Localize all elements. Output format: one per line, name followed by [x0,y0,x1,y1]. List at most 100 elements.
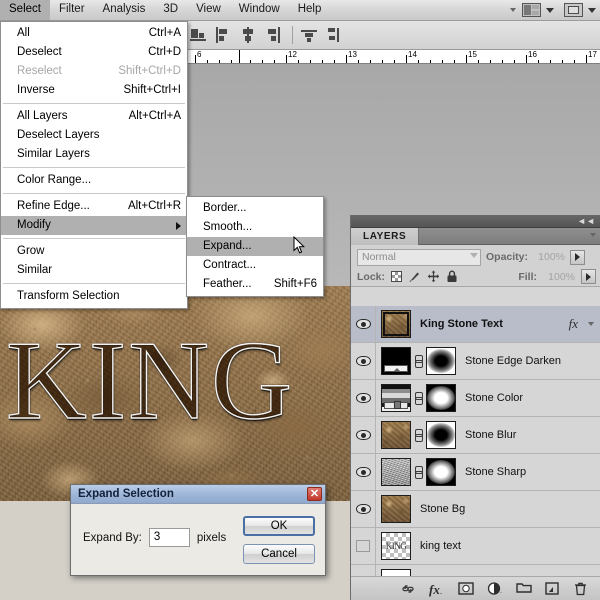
align-left-edges-icon[interactable] [215,27,231,43]
layer-row-stone-color[interactable]: Stone Color [351,380,600,417]
layer-list[interactable]: King Stone Text fx Stone Edge Darken [351,306,600,576]
layer-thumbnail[interactable] [381,310,411,338]
layer-visibility-toggle[interactable] [351,528,376,564]
link-mask-icon[interactable] [414,392,423,405]
menu-item-deselect[interactable]: Deselect Ctrl+D [1,43,187,62]
fill-slider-button[interactable] [581,269,596,284]
fill-value[interactable]: 100% [543,271,575,283]
adjustment-layer-icon[interactable]: . [487,582,501,596]
panel-menu-icon[interactable] [590,233,596,237]
menu-help[interactable]: Help [289,0,331,20]
layer-row-background[interactable]: Background [351,565,600,576]
link-mask-icon[interactable] [414,355,423,368]
delete-layer-icon[interactable] [574,582,588,596]
layer-visibility-toggle[interactable] [351,454,376,490]
opacity-slider-button[interactable] [570,250,585,265]
new-group-icon[interactable] [516,582,530,596]
close-icon[interactable]: ✕ [307,487,322,501]
lock-image-pixels-icon[interactable] [408,270,421,283]
layer-mask-thumbnail[interactable] [426,458,456,486]
layer-thumbnail[interactable] [381,495,411,523]
layer-thumbnail[interactable] [381,421,411,449]
menu-window[interactable]: Window [230,0,289,20]
link-layers-icon[interactable] [400,582,414,596]
align-bottom-edges-icon[interactable] [190,27,206,43]
link-mask-icon[interactable] [414,429,423,442]
new-layer-icon[interactable] [545,582,559,596]
layer-mask-thumbnail[interactable] [426,421,456,449]
menu-item-deselect-layers[interactable]: Deselect Layers [1,126,187,145]
menu-item-inverse[interactable]: Inverse Shift+Ctrl+I [1,81,187,100]
select-dropdown-menu[interactable]: All Ctrl+A Deselect Ctrl+D Reselect Shif… [0,21,188,309]
panel-collapse-bar[interactable]: ◄◄ [351,215,600,228]
layer-name[interactable]: Stone Sharp [465,466,526,478]
lock-position-icon[interactable] [427,270,440,283]
layer-row-stone-edge-darken[interactable]: Stone Edge Darken [351,343,600,380]
distribute-vertical-centers-icon[interactable] [326,27,342,43]
submenu-item-contract[interactable]: Contract... [187,256,323,275]
add-layer-mask-icon[interactable] [458,582,472,596]
distribute-top-edges-icon[interactable] [301,27,317,43]
layer-mask-thumbnail[interactable] [426,384,456,412]
menu-item-modify[interactable]: Modify [1,216,187,235]
submenu-item-border[interactable]: Border... [187,199,323,218]
menu-item-refine-edge[interactable]: Refine Edge... Alt+Ctrl+R [1,197,187,216]
menu-item-grow[interactable]: Grow [1,242,187,261]
menu-item-similar-layers[interactable]: Similar Layers [1,145,187,164]
ok-button[interactable]: OK [243,516,315,536]
screen-mode-chevron-down-icon[interactable] [588,8,596,13]
layer-name[interactable]: King Stone Text [420,318,503,330]
modify-submenu[interactable]: Border... Smooth... Expand... Contract..… [186,196,324,297]
menu-item-all[interactable]: All Ctrl+A [1,24,187,43]
dialog-title-bar[interactable]: Expand Selection ✕ [71,485,325,504]
menu-item-transform-selection[interactable]: Transform Selection [1,287,187,306]
layer-row-stone-bg[interactable]: Stone Bg [351,491,600,528]
chevron-down-icon[interactable] [588,322,594,326]
menu-3d[interactable]: 3D [154,0,187,20]
menu-item-color-range[interactable]: Color Range... [1,171,187,190]
layer-name[interactable]: Stone Color [465,392,523,404]
screen-mode-icon[interactable] [564,3,583,17]
blend-mode-select[interactable]: Normal [357,249,481,266]
layer-visibility-toggle[interactable] [351,417,376,453]
menu-item-all-layers[interactable]: All Layers Alt+Ctrl+A [1,107,187,126]
link-mask-icon[interactable] [414,466,423,479]
layer-visibility-toggle[interactable] [351,491,376,527]
cancel-button[interactable]: Cancel [243,544,315,564]
expand-selection-dialog[interactable]: Expand Selection ✕ Expand By: 3 pixels O… [70,484,326,576]
layer-row-stone-blur[interactable]: Stone Blur [351,417,600,454]
align-horizontal-centers-icon[interactable] [240,27,256,43]
layer-thumbnail[interactable] [381,458,411,486]
layer-thumbnail[interactable] [381,569,411,576]
arrangement-icon[interactable] [522,3,541,17]
layer-visibility-toggle[interactable] [351,380,376,416]
lock-all-icon[interactable] [446,270,458,283]
layer-visibility-toggle[interactable] [351,565,376,576]
layer-name[interactable]: Stone Bg [420,503,465,515]
collapse-panel-icon[interactable]: ◄◄ [577,217,595,226]
expand-by-input[interactable]: 3 [149,528,190,547]
layer-visibility-toggle[interactable] [351,343,376,379]
layer-thumbnail[interactable]: KING [381,532,411,560]
layer-visibility-toggle[interactable] [351,306,376,342]
layer-name[interactable]: king text [420,540,461,552]
layer-thumbnail[interactable] [381,347,411,375]
menu-select[interactable]: Select [0,0,50,20]
document-image[interactable]: KING KING [0,286,350,501]
layer-row-king-text[interactable]: KING king text [351,528,600,565]
submenu-item-feather[interactable]: Feather... Shift+F6 [187,275,323,294]
tab-layers[interactable]: LAYERS [351,228,419,245]
layer-mask-thumbnail[interactable] [426,347,456,375]
layer-effects-fx-icon[interactable]: fx [569,316,578,332]
layer-thumbnail[interactable] [381,384,411,412]
layer-style-fx-icon[interactable]: fx. [429,582,443,596]
menu-item-similar[interactable]: Similar [1,261,187,280]
opacity-value[interactable]: 100% [533,251,565,263]
submenu-item-smooth[interactable]: Smooth... [187,218,323,237]
menu-view[interactable]: View [187,0,230,20]
layer-row-stone-sharp[interactable]: Stone Sharp [351,454,600,491]
menu-analysis[interactable]: Analysis [94,0,155,20]
submenu-item-expand[interactable]: Expand... [187,237,323,256]
menu-filter[interactable]: Filter [50,0,94,20]
chevron-down-icon[interactable] [510,8,516,12]
